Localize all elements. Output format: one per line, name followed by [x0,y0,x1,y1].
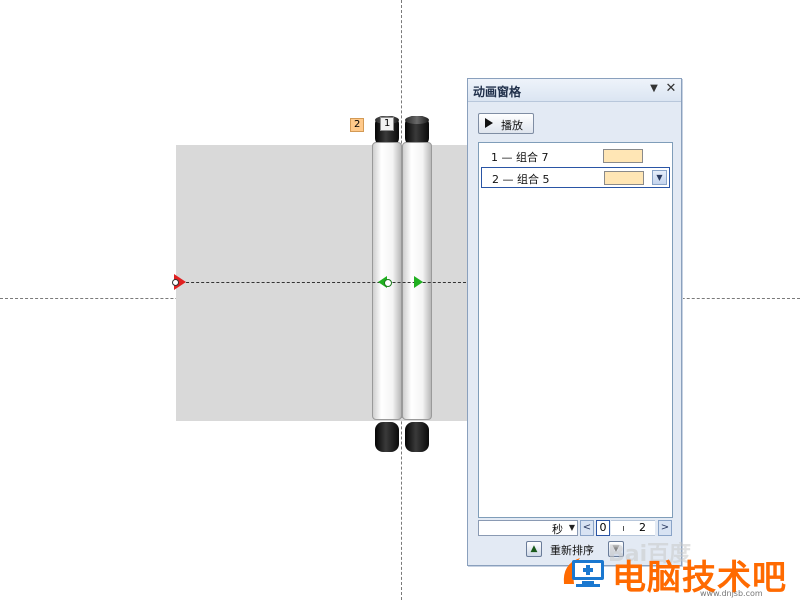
animation-list[interactable]: 1 — 组合 7 2 — 组合 5 ▼ [478,142,673,518]
timeline-scroll-left-icon[interactable]: < [580,520,594,536]
animation-item-label: 1 — 组合 7 [491,151,549,164]
animation-pane-header: 动画窗格 ▼ ✕ [468,79,681,102]
scroll-right-bottom-roller [405,422,429,452]
item-dropdown-chevron-icon[interactable]: ▼ [652,170,667,185]
move-up-arrow-icon[interactable]: ▲ [526,541,542,557]
play-icon [485,118,493,128]
motion-path-start-arrow-green-icon[interactable] [414,276,423,288]
timeline-scroll-right-icon[interactable]: > [658,520,672,536]
animation-list-item-selected[interactable]: 2 — 组合 5 ▼ [481,167,670,188]
play-button[interactable]: 播放 [478,113,534,134]
animation-list-item[interactable]: 1 — 组合 7 [481,146,668,165]
timeline-bar: 秒 ▼ < 0 2 > [478,519,672,536]
scroll-left-bottom-roller [375,422,399,452]
play-button-label: 播放 [501,119,523,132]
seconds-unit-label: 秒 [552,523,563,536]
seconds-unit-dropdown[interactable]: 秒 ▼ [478,520,578,536]
animation-timing-bar[interactable] [603,149,643,163]
animation-pane: 动画窗格 ▼ ✕ 播放 1 — 组合 7 2 — 组合 5 ▼ 秒 ▼ < 0 … [467,78,682,566]
chevron-down-icon: ▼ [568,523,575,532]
watermark-url: www.dnjsb.com [700,589,763,598]
motion-path-start-handle[interactable] [172,279,179,286]
timeline-ruler: 2 [611,520,655,536]
motion-path-end-handle[interactable] [384,279,392,287]
animation-timing-bar[interactable] [604,171,644,185]
animation-item-label: 2 — 组合 5 [492,173,550,186]
pane-menu-dropdown-icon[interactable]: ▼ [648,83,660,94]
animation-pane-title: 动画窗格 [473,85,522,99]
timeline-next-value: 2 [639,521,646,534]
ruler-tick [623,526,624,531]
animation-order-tag-1[interactable]: 1 [380,117,395,131]
computer-logo-icon [563,558,604,587]
pane-close-icon[interactable]: ✕ [664,81,678,96]
timeline-start-value: 0 [596,520,610,536]
animation-order-tag-2[interactable]: 2 [350,118,365,132]
